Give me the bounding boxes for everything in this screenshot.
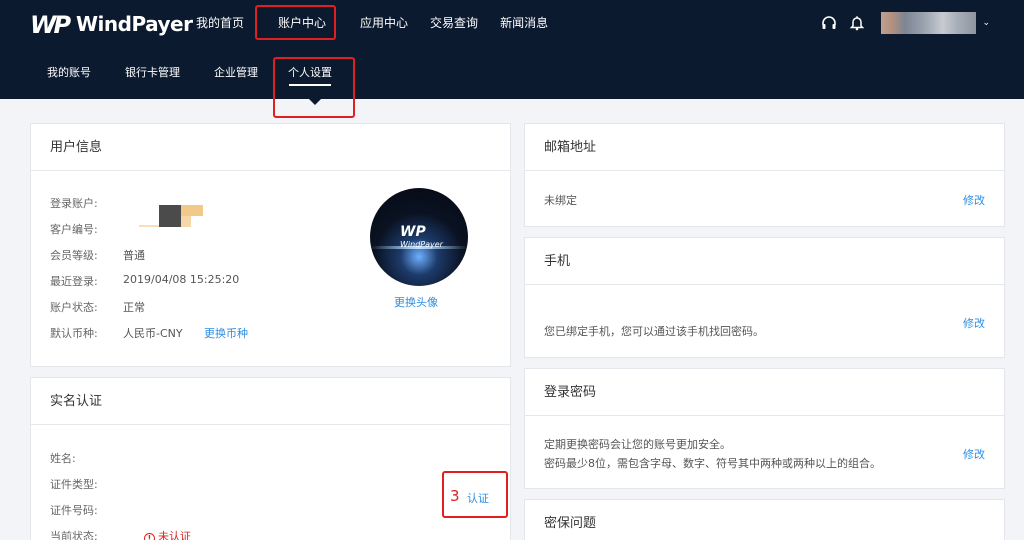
avatar-brand-name: WindPayer bbox=[400, 240, 443, 249]
email-card: 邮箱地址 未绑定 修改 bbox=[524, 123, 1005, 227]
default-currency-label: 默认币种: bbox=[50, 327, 98, 340]
sub-nav-my-account[interactable]: 我的账号 bbox=[36, 60, 102, 86]
annotation-box-personal-settings bbox=[273, 57, 355, 118]
password-tip-2: 密码最少8位，需包含字母、数字、符号其中两种或两种以上的组合。 bbox=[544, 457, 881, 470]
email-edit-link[interactable]: 修改 bbox=[963, 192, 985, 208]
main-nav-news[interactable]: 新闻消息 bbox=[489, 0, 559, 46]
sub-nav-bank-cards[interactable]: 银行卡管理 bbox=[114, 60, 191, 86]
customer-id-label: 客户编号: bbox=[50, 223, 98, 236]
brand-logo[interactable]: WP WindPayer bbox=[30, 9, 193, 39]
redacted-block bbox=[159, 205, 181, 227]
main-nav: 我的首页 账户中心 应用中心 交易查询 新闻消息 bbox=[185, 0, 559, 46]
user-avatar[interactable] bbox=[881, 12, 977, 34]
password-edit-link[interactable]: 修改 bbox=[963, 446, 985, 462]
id-type-label: 证件类型: bbox=[50, 478, 98, 491]
current-status-label: 当前状态: bbox=[50, 530, 98, 540]
main-nav-app-center[interactable]: 应用中心 bbox=[349, 0, 419, 46]
logo-mark: WP bbox=[30, 11, 71, 39]
last-login-value: 2019/04/08 15:25:20 bbox=[123, 273, 240, 286]
unverified-text: 未认证 bbox=[158, 530, 191, 540]
main-nav-transactions[interactable]: 交易查询 bbox=[419, 0, 489, 46]
user-info-title: 用户信息 bbox=[31, 124, 510, 171]
member-level-value: 普通 bbox=[123, 249, 145, 262]
password-card: 登录密码 定期更换密码会让您的账号更加安全。 密码最少8位，需包含字母、数字、符… bbox=[524, 368, 1005, 489]
top-bar: WP WindPayer 我的首页 账户中心 应用中心 交易查询 新闻消息 ⌄ … bbox=[0, 0, 1024, 99]
user-info-card: 用户信息 登录账户: 客户编号: 会员等级: 普通 最近登录: 2019/04/… bbox=[30, 123, 511, 367]
headset-icon[interactable] bbox=[821, 15, 837, 31]
avatar-logo: WP bbox=[400, 224, 426, 240]
warning-icon: ! bbox=[144, 533, 155, 540]
main-nav-home[interactable]: 我的首页 bbox=[185, 0, 255, 46]
login-account-label: 登录账户: bbox=[50, 197, 98, 210]
phone-status: 您已绑定手机，您可以通过该手机找回密码。 bbox=[544, 325, 764, 338]
annotation-box-account-center bbox=[255, 5, 336, 40]
password-title: 登录密码 bbox=[525, 369, 1004, 416]
sub-nav-enterprise[interactable]: 企业管理 bbox=[203, 60, 269, 86]
change-avatar-link[interactable]: 更换头像 bbox=[394, 294, 438, 310]
security-question-title: 密保问题 bbox=[525, 500, 1004, 540]
phone-card: 手机 您已绑定手机，您可以通过该手机找回密码。 修改 bbox=[524, 237, 1005, 358]
last-login-label: 最近登录: bbox=[50, 275, 98, 288]
email-status: 未绑定 bbox=[544, 194, 577, 207]
brand-name: WindPayer bbox=[76, 12, 193, 36]
change-currency-link[interactable]: 更换币种 bbox=[204, 325, 248, 341]
chevron-down-icon[interactable]: ⌄ bbox=[982, 18, 990, 28]
member-level-label: 会员等级: bbox=[50, 249, 98, 262]
redacted-block bbox=[139, 225, 159, 227]
phone-title: 手机 bbox=[525, 238, 1004, 285]
profile-avatar: WP WindPayer bbox=[370, 188, 468, 286]
email-title: 邮箱地址 bbox=[525, 124, 1004, 171]
account-status-label: 账户状态: bbox=[50, 301, 98, 314]
account-status-value: 正常 bbox=[123, 301, 145, 314]
default-currency-value: 人民币-CNY bbox=[123, 327, 183, 340]
verification-status: ! 未认证 bbox=[144, 528, 191, 540]
phone-edit-link[interactable]: 修改 bbox=[963, 315, 985, 331]
realname-card: 实名认证 姓名: 证件类型: 证件号码: 当前状态: ! 未认证 认证 bbox=[30, 377, 511, 540]
redacted-block bbox=[181, 216, 191, 227]
id-number-label: 证件号码: bbox=[50, 504, 98, 517]
user-menu: ⌄ bbox=[821, 12, 990, 34]
redacted-block bbox=[181, 205, 203, 216]
realname-title: 实名认证 bbox=[31, 378, 510, 425]
security-question-card: 密保问题 bbox=[524, 499, 1005, 540]
annotation-step-number: 3 bbox=[450, 487, 460, 505]
password-tip-1: 定期更换密码会让您的账号更加安全。 bbox=[544, 438, 731, 451]
bell-icon[interactable] bbox=[849, 15, 865, 31]
name-label: 姓名: bbox=[50, 452, 76, 465]
